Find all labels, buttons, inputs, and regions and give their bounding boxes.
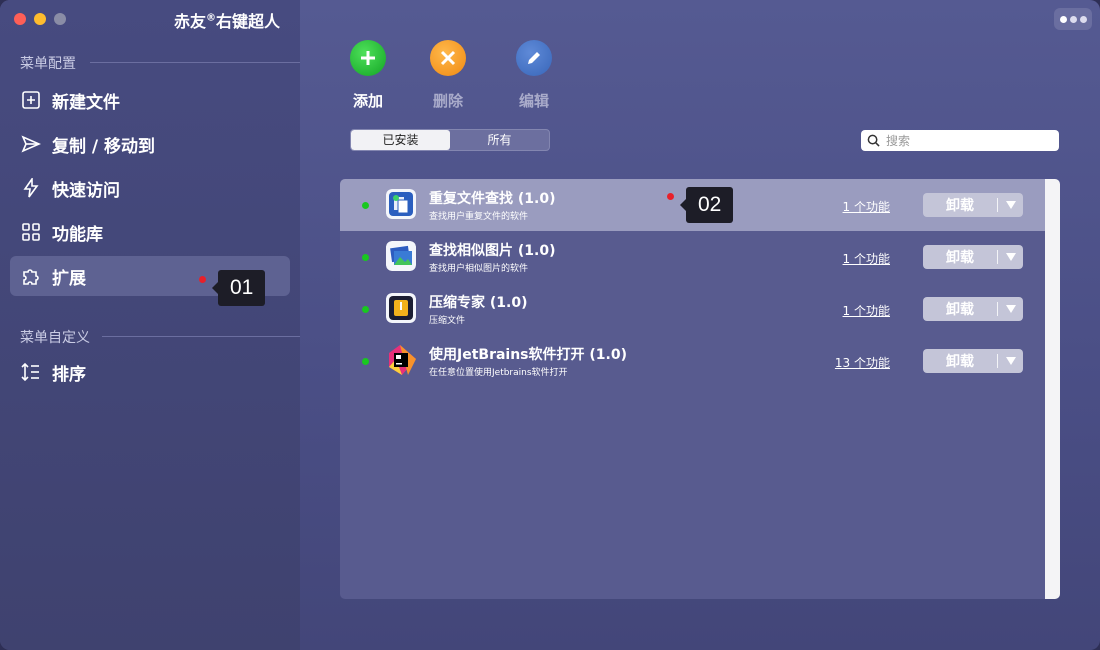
plus-icon (361, 51, 375, 65)
chevron-down-icon (1005, 305, 1016, 313)
app-window: 赤友®右键超人 菜单配置 新建文件 复制 / 移动到 快速访问 功能库 扩展 菜… (0, 0, 1100, 650)
add-circle (350, 40, 386, 76)
app-title-main: 赤友 (173, 12, 206, 31)
archive-icon (386, 293, 416, 323)
sidebar-item-library[interactable]: 功能库 (10, 212, 290, 252)
chevron-down-icon (1005, 201, 1016, 209)
dot-icon (1069, 15, 1077, 23)
pencil-icon (528, 52, 540, 64)
status-dot (362, 202, 369, 209)
add-label: 添加 (352, 92, 383, 110)
jetbrains-icon (386, 345, 416, 375)
features-link[interactable]: 13 个功能 (835, 354, 890, 371)
extension-description: 在任意位置使用Jetbrains软件打开 (429, 368, 568, 378)
marker-dot (199, 276, 206, 283)
sidebar-item-label: 新建文件 (52, 92, 120, 113)
sort-icon (20, 361, 42, 383)
status-dot (362, 358, 369, 365)
app-title: 赤友®右键超人 (0, 8, 300, 32)
uninstall-button[interactable]: 卸载 (923, 193, 1023, 217)
section-divider (90, 62, 300, 63)
add-button[interactable]: 添加 (338, 40, 398, 111)
sidebar: 赤友®右键超人 菜单配置 新建文件 复制 / 移动到 快速访问 功能库 扩展 菜… (0, 0, 300, 650)
segment-all[interactable]: 所有 (450, 130, 549, 150)
extension-description: 查找用户重复文件的软件 (429, 212, 529, 222)
uninstall-button[interactable]: 卸载 (923, 297, 1023, 321)
sidebar-item-copy-move[interactable]: 复制 / 移动到 (10, 124, 290, 164)
extension-description: 压缩文件 (429, 316, 466, 326)
extensions-list: 重复文件查找 (1.0) 查找用户重复文件的软件 1 个功能 卸载 查找相似图片… (340, 179, 1060, 599)
sidebar-item-label: 排序 (52, 364, 86, 385)
uninstall-button[interactable]: 卸载 (923, 349, 1023, 373)
search-icon (867, 134, 880, 147)
uninstall-label: 卸载 (946, 198, 974, 214)
delete-label: 删除 (432, 92, 463, 110)
dropdown-arrow[interactable] (998, 253, 1023, 261)
delete-button[interactable]: 删除 (418, 40, 478, 111)
uninstall-label: 卸载 (946, 250, 974, 266)
features-link[interactable]: 1 个功能 (843, 198, 890, 215)
chevron-down-icon (1005, 253, 1016, 261)
button-divider (997, 354, 998, 368)
dropdown-arrow[interactable] (998, 201, 1023, 209)
uninstall-label: 卸载 (946, 354, 974, 370)
button-divider (997, 302, 998, 316)
similar-photos-icon (386, 241, 416, 271)
features-link[interactable]: 1 个功能 (843, 302, 890, 319)
search-box (861, 130, 1059, 151)
send-icon (20, 133, 42, 155)
list-item[interactable]: 使用JetBrains软件打开 (1.0) 在任意位置使用Jetbrains软件… (340, 335, 1045, 387)
sidebar-item-label: 功能库 (52, 224, 103, 245)
delete-circle (430, 40, 466, 76)
edit-label: 编辑 (518, 92, 549, 110)
extension-name: 压缩专家 (1.0) (429, 295, 528, 311)
button-divider (997, 198, 998, 212)
sidebar-item-label: 快速访问 (52, 180, 120, 201)
dot-icon (1079, 15, 1087, 23)
segment-installed[interactable]: 已安装 (351, 130, 450, 150)
features-link[interactable]: 1 个功能 (843, 250, 890, 267)
button-divider (997, 250, 998, 264)
dropdown-arrow[interactable] (998, 357, 1023, 365)
more-options-button[interactable] (1054, 8, 1092, 30)
chevron-down-icon (1005, 357, 1016, 365)
uninstall-button[interactable]: 卸载 (923, 245, 1023, 269)
sidebar-item-new-file[interactable]: 新建文件 (10, 80, 290, 120)
status-dot (362, 254, 369, 261)
dropdown-arrow[interactable] (998, 305, 1023, 313)
lightning-icon (20, 177, 42, 199)
edit-circle (516, 40, 552, 76)
sidebar-item-sort[interactable]: 排序 (10, 352, 290, 392)
edit-button[interactable]: 编辑 (504, 40, 564, 111)
status-dot (362, 306, 369, 313)
app-title-suffix: 右键超人 (215, 12, 280, 31)
scrollbar[interactable] (1045, 179, 1060, 599)
list-item[interactable]: 查找相似图片 (1.0) 查找用户相似图片的软件 1 个功能 卸载 (340, 231, 1045, 283)
extension-description: 查找用户相似图片的软件 (429, 264, 529, 274)
marker-dot (667, 193, 674, 200)
puzzle-icon (20, 265, 42, 287)
search-input[interactable] (886, 133, 1046, 148)
plus-square-icon (20, 89, 42, 111)
extension-name: 查找相似图片 (1.0) (429, 243, 556, 259)
sidebar-item-label: 复制 / 移动到 (52, 136, 156, 157)
filter-segmented-control: 已安装 所有 (350, 129, 550, 151)
marker-label: 01 (211, 270, 266, 306)
duplicate-finder-icon (386, 189, 416, 219)
sidebar-item-quick-access[interactable]: 快速访问 (10, 168, 290, 208)
marker-label: 02 (679, 187, 734, 223)
extension-name: 使用JetBrains软件打开 (1.0) (429, 347, 627, 363)
list-item[interactable]: 压缩专家 (1.0) 压缩文件 1 个功能 卸载 (340, 283, 1045, 335)
section-label-menu-custom: 菜单自定义 (20, 330, 90, 346)
dot-icon (1059, 15, 1067, 23)
sidebar-item-label: 扩展 (52, 268, 86, 289)
section-label-menu-config: 菜单配置 (20, 56, 76, 72)
section-divider (102, 336, 300, 337)
close-icon (440, 50, 456, 66)
app-title-registered-mark: ® (205, 12, 216, 24)
extension-name: 重复文件查找 (1.0) (429, 191, 556, 207)
uninstall-label: 卸载 (946, 302, 974, 318)
grid-icon (20, 221, 42, 243)
